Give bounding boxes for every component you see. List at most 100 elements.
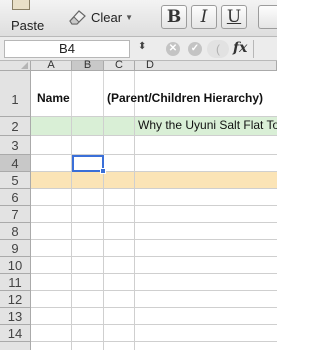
- cell-b10[interactable]: [72, 257, 104, 273]
- table-row: [31, 274, 277, 291]
- cell-b5[interactable]: [72, 172, 104, 188]
- cell-a14[interactable]: [31, 325, 72, 341]
- cell-a3[interactable]: [31, 136, 72, 154]
- clear-button[interactable]: Clear ▼: [67, 6, 133, 28]
- cell-b12[interactable]: [72, 291, 104, 307]
- fill-handle[interactable]: [100, 168, 106, 174]
- paste-button[interactable]: Paste: [6, 0, 60, 36]
- cell-a9[interactable]: [31, 240, 72, 256]
- cell-c7[interactable]: [104, 206, 135, 222]
- cell-c6[interactable]: [104, 189, 135, 205]
- row-header-14[interactable]: 14: [0, 325, 31, 342]
- function-paren-icon[interactable]: (: [207, 40, 229, 58]
- row-header-1[interactable]: 1: [0, 71, 31, 117]
- cell-b9[interactable]: [72, 240, 104, 256]
- cell-a10[interactable]: [31, 257, 72, 273]
- eraser-icon: [69, 10, 86, 25]
- paste-label: Paste: [11, 18, 45, 33]
- cell-c13[interactable]: [104, 308, 135, 324]
- cell-d13[interactable]: [135, 308, 277, 324]
- column-header-a[interactable]: A: [31, 60, 72, 71]
- cell-b3[interactable]: [72, 136, 104, 154]
- row-header-7[interactable]: 7: [0, 206, 31, 223]
- confirm-icon[interactable]: ✓: [188, 42, 202, 56]
- cell-d11[interactable]: [135, 274, 277, 290]
- row-header-2[interactable]: 2: [0, 117, 31, 136]
- cell-a8[interactable]: [31, 223, 72, 239]
- cell-d12[interactable]: [135, 291, 277, 307]
- cell-d5[interactable]: [135, 172, 277, 188]
- cell-b11[interactable]: [72, 274, 104, 290]
- cell-c9[interactable]: [104, 240, 135, 256]
- row-header-10[interactable]: 10: [0, 257, 31, 274]
- cell-a7[interactable]: [31, 206, 72, 222]
- cell-a15[interactable]: [31, 342, 72, 350]
- column-header-c[interactable]: C: [104, 60, 135, 71]
- cell-a2[interactable]: [31, 117, 72, 135]
- column-header-d[interactable]: D: [135, 60, 277, 71]
- underline-button[interactable]: U: [221, 5, 247, 29]
- bold-button[interactable]: B: [161, 5, 187, 29]
- cell-c10[interactable]: [104, 257, 135, 273]
- table-row: Why the Uyuni Salt Flat To: [31, 117, 277, 136]
- cell-d8[interactable]: [135, 223, 277, 239]
- cell-b8[interactable]: [72, 223, 104, 239]
- row-header-4[interactable]: 4: [0, 155, 31, 172]
- cell-a5[interactable]: [31, 172, 72, 188]
- insert-function-button[interactable]: fx: [233, 40, 247, 56]
- row-header-15[interactable]: [0, 342, 31, 350]
- cell-a6[interactable]: [31, 189, 72, 205]
- cell-b15[interactable]: [72, 342, 104, 350]
- cell-a11[interactable]: [31, 274, 72, 290]
- cell-b7[interactable]: [72, 206, 104, 222]
- cell-b13[interactable]: [72, 308, 104, 324]
- row-header-9[interactable]: 9: [0, 240, 31, 257]
- cell-c12[interactable]: [104, 291, 135, 307]
- table-row: [31, 325, 277, 342]
- table-row: [31, 223, 277, 240]
- cell-c2[interactable]: [104, 117, 135, 135]
- cell-c14[interactable]: [104, 325, 135, 341]
- cell-b14[interactable]: [72, 325, 104, 341]
- cell-d15[interactable]: [135, 342, 277, 350]
- cell-d9[interactable]: [135, 240, 277, 256]
- cell-c11[interactable]: [104, 274, 135, 290]
- row-header-11[interactable]: 11: [0, 274, 31, 291]
- cell-d6[interactable]: [135, 189, 277, 205]
- row-header-6[interactable]: 6: [0, 189, 31, 206]
- border-button[interactable]: [258, 5, 277, 29]
- cell-c5[interactable]: [104, 172, 135, 188]
- cell-c3[interactable]: [104, 136, 135, 154]
- table-row: [31, 155, 277, 172]
- cell-b2[interactable]: [72, 117, 104, 135]
- cell-d14[interactable]: [135, 325, 277, 341]
- cell-b6[interactable]: [72, 189, 104, 205]
- table-row: Name (Parent/Children Hierarchy): [31, 71, 277, 117]
- cell-d4[interactable]: [135, 155, 277, 171]
- row-header-12[interactable]: 12: [0, 291, 31, 308]
- ribbon-toolbar: Paste Clear ▼ B I U: [0, 0, 277, 37]
- cell-b1[interactable]: [72, 71, 104, 116]
- row-header-8[interactable]: 8: [0, 223, 31, 240]
- row-header-5[interactable]: 5: [0, 172, 31, 189]
- column-header-b[interactable]: B: [72, 60, 104, 71]
- table-row: [31, 240, 277, 257]
- italic-button[interactable]: I: [191, 5, 217, 29]
- cell-d10[interactable]: [135, 257, 277, 273]
- cell-c15[interactable]: [104, 342, 135, 350]
- cell-a4[interactable]: [31, 155, 72, 171]
- cell-d7[interactable]: [135, 206, 277, 222]
- table-row: [31, 342, 277, 350]
- cell-a12[interactable]: [31, 291, 72, 307]
- name-box-stepper-icon[interactable]: ⬍: [138, 41, 146, 52]
- select-all-corner[interactable]: [0, 61, 31, 71]
- row-header-3[interactable]: 3: [0, 136, 31, 155]
- name-box[interactable]: B4: [4, 40, 130, 58]
- cell-c8[interactable]: [104, 223, 135, 239]
- cell-d3[interactable]: [135, 136, 277, 154]
- row-header-13[interactable]: 13: [0, 308, 31, 325]
- table-row: [31, 136, 277, 155]
- cancel-icon[interactable]: ✕: [166, 42, 180, 56]
- cell-a13[interactable]: [31, 308, 72, 324]
- cell-c4[interactable]: [104, 155, 135, 171]
